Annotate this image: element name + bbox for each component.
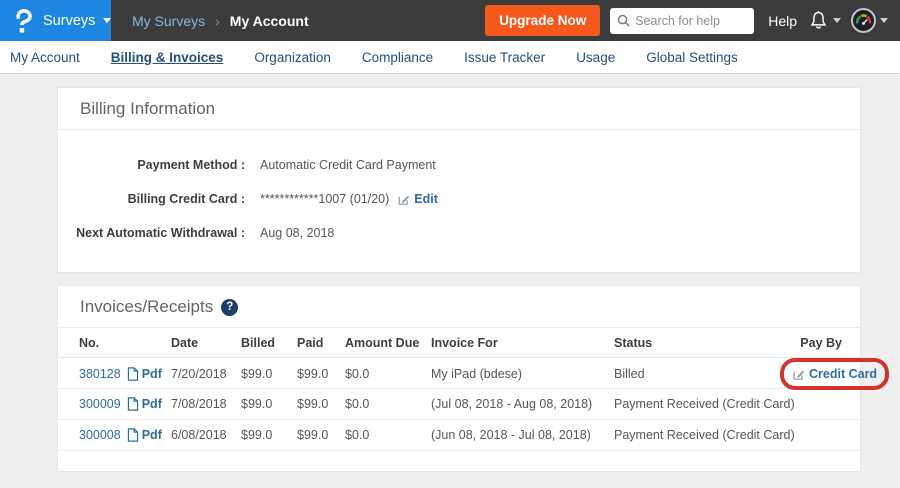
col-status: Status bbox=[614, 336, 780, 350]
search-icon bbox=[617, 14, 630, 27]
pdf-link[interactable]: Pdf bbox=[142, 397, 162, 411]
pay-by-highlight-ring: Credit Card bbox=[780, 358, 889, 390]
invoice-billed: $99.0 bbox=[241, 367, 297, 381]
invoice-date: 6/08/2018 bbox=[171, 428, 241, 442]
avatar bbox=[851, 8, 876, 33]
gauge-avatar-icon bbox=[854, 11, 873, 30]
invoice-for: (Jun 08, 2018 - Jul 08, 2018) bbox=[431, 428, 614, 442]
invoice-billed: $99.0 bbox=[241, 428, 297, 442]
bell-icon bbox=[809, 10, 828, 31]
chevron-down-icon bbox=[103, 18, 111, 23]
billing-information-body: Payment Method : Automatic Credit Card P… bbox=[58, 130, 860, 272]
billing-credit-card-value: ************1007 (01/20) Edit bbox=[260, 192, 438, 206]
payment-method-label: Payment Method : bbox=[58, 158, 245, 172]
invoice-paid: $99.0 bbox=[297, 397, 345, 411]
top-bar: Surveys My Surveys › My Account Upgrade … bbox=[0, 0, 900, 41]
billing-credit-card-label: Billing Credit Card : bbox=[58, 192, 245, 206]
invoices-receipts-header: Invoices/Receipts ? bbox=[58, 286, 860, 328]
invoice-number-link[interactable]: 380128 bbox=[79, 367, 121, 381]
col-pay-by: Pay By bbox=[780, 336, 842, 350]
notifications-menu[interactable] bbox=[809, 10, 841, 31]
breadcrumb-current-page: My Account bbox=[230, 13, 309, 29]
invoice-pay-by-cell: Credit Card bbox=[780, 358, 889, 390]
invoice-row-300009: 300009 Pdf 7/08/2018 $99.0 $99.0 $0.0 (J… bbox=[58, 389, 860, 420]
tab-billing-invoices[interactable]: Billing & Invoices bbox=[111, 50, 224, 65]
account-menu[interactable] bbox=[851, 8, 888, 33]
pdf-file-icon[interactable] bbox=[127, 397, 139, 411]
search-input[interactable] bbox=[635, 14, 747, 28]
product-name: Surveys bbox=[43, 13, 95, 29]
invoice-row-380128: 380128 Pdf 7/20/2018 $99.0 $99.0 $0.0 My… bbox=[58, 358, 860, 389]
pay-by-credit-card-link[interactable]: Credit Card bbox=[809, 367, 877, 381]
tab-global-settings[interactable]: Global Settings bbox=[646, 50, 738, 65]
edit-pencil-icon bbox=[792, 368, 805, 381]
col-amount-due: Amount Due bbox=[345, 336, 431, 350]
billing-information-header: Billing Information bbox=[58, 88, 860, 130]
invoice-no-cell: 300009 Pdf bbox=[79, 397, 171, 411]
billing-information-card: Billing Information Payment Method : Aut… bbox=[57, 87, 861, 273]
pdf-link[interactable]: Pdf bbox=[142, 428, 162, 442]
invoice-amount-due: $0.0 bbox=[345, 397, 431, 411]
billing-credit-card-row: Billing Credit Card : ************1007 (… bbox=[58, 182, 860, 216]
col-paid: Paid bbox=[297, 336, 345, 350]
edit-pencil-icon[interactable] bbox=[397, 193, 410, 206]
payment-method-row: Payment Method : Automatic Credit Card P… bbox=[58, 148, 860, 182]
invoice-status: Payment Received (Credit Card) bbox=[614, 397, 780, 411]
billing-information-title: Billing Information bbox=[80, 99, 215, 119]
col-invoice-for: Invoice For bbox=[431, 336, 614, 350]
invoice-number-link[interactable]: 300008 bbox=[79, 428, 121, 442]
tab-organization[interactable]: Organization bbox=[254, 50, 331, 65]
invoice-amount-due: $0.0 bbox=[345, 367, 431, 381]
col-billed: Billed bbox=[241, 336, 297, 350]
pdf-file-icon[interactable] bbox=[127, 428, 139, 442]
invoices-table-header: No. Date Billed Paid Amount Due Invoice … bbox=[58, 328, 860, 358]
invoices-receipts-card: Invoices/Receipts ? No. Date Billed Paid… bbox=[57, 285, 861, 472]
invoice-status: Billed bbox=[614, 367, 780, 381]
tab-compliance[interactable]: Compliance bbox=[362, 50, 433, 65]
help-question-icon[interactable]: ? bbox=[221, 299, 238, 316]
invoice-for: (Jul 08, 2018 - Aug 08, 2018) bbox=[431, 397, 614, 411]
pdf-file-icon[interactable] bbox=[127, 367, 139, 381]
breadcrumb-separator: › bbox=[215, 13, 220, 29]
tab-issue-tracker[interactable]: Issue Tracker bbox=[464, 50, 545, 65]
invoices-table: No. Date Billed Paid Amount Due Invoice … bbox=[58, 328, 860, 471]
next-withdrawal-label: Next Automatic Withdrawal : bbox=[58, 226, 245, 240]
invoice-number-link[interactable]: 300009 bbox=[79, 397, 121, 411]
masked-card-number: ************1007 (01/20) bbox=[260, 192, 389, 206]
upgrade-now-button[interactable]: Upgrade Now bbox=[485, 5, 600, 36]
next-withdrawal-row: Next Automatic Withdrawal : Aug 08, 2018 bbox=[58, 216, 860, 250]
col-no: No. bbox=[79, 336, 171, 350]
edit-card-link[interactable]: Edit bbox=[414, 192, 438, 206]
breadcrumb-my-surveys[interactable]: My Surveys bbox=[132, 13, 205, 29]
tab-my-account[interactable]: My Account bbox=[10, 50, 80, 65]
invoice-amount-due: $0.0 bbox=[345, 428, 431, 442]
help-search-box[interactable] bbox=[610, 8, 754, 34]
proprofs-logo-icon bbox=[13, 8, 34, 34]
invoice-date: 7/20/2018 bbox=[171, 367, 241, 381]
next-withdrawal-value: Aug 08, 2018 bbox=[260, 226, 334, 240]
tab-usage[interactable]: Usage bbox=[576, 50, 615, 65]
col-date: Date bbox=[171, 336, 241, 350]
invoice-for: My iPad (bdese) bbox=[431, 367, 614, 381]
invoice-paid: $99.0 bbox=[297, 428, 345, 442]
invoice-row-300008: 300008 Pdf 6/08/2018 $99.0 $99.0 $0.0 (J… bbox=[58, 420, 860, 451]
invoice-paid: $99.0 bbox=[297, 367, 345, 381]
help-link[interactable]: Help bbox=[768, 13, 797, 29]
invoices-receipts-title: Invoices/Receipts bbox=[80, 297, 213, 317]
chevron-down-icon bbox=[880, 18, 888, 23]
invoice-no-cell: 380128 Pdf bbox=[79, 367, 171, 381]
invoice-date: 7/08/2018 bbox=[171, 397, 241, 411]
invoice-status: Payment Received (Credit Card) bbox=[614, 428, 780, 442]
payment-method-value: Automatic Credit Card Payment bbox=[260, 158, 436, 172]
account-tabs: My Account Billing & Invoices Organizati… bbox=[0, 41, 900, 74]
product-switcher[interactable]: Surveys bbox=[0, 0, 111, 41]
chevron-down-icon bbox=[833, 18, 841, 23]
invoice-billed: $99.0 bbox=[241, 397, 297, 411]
pdf-link[interactable]: Pdf bbox=[142, 367, 162, 381]
invoice-no-cell: 300008 Pdf bbox=[79, 428, 171, 442]
breadcrumb: My Surveys › My Account bbox=[132, 13, 309, 29]
